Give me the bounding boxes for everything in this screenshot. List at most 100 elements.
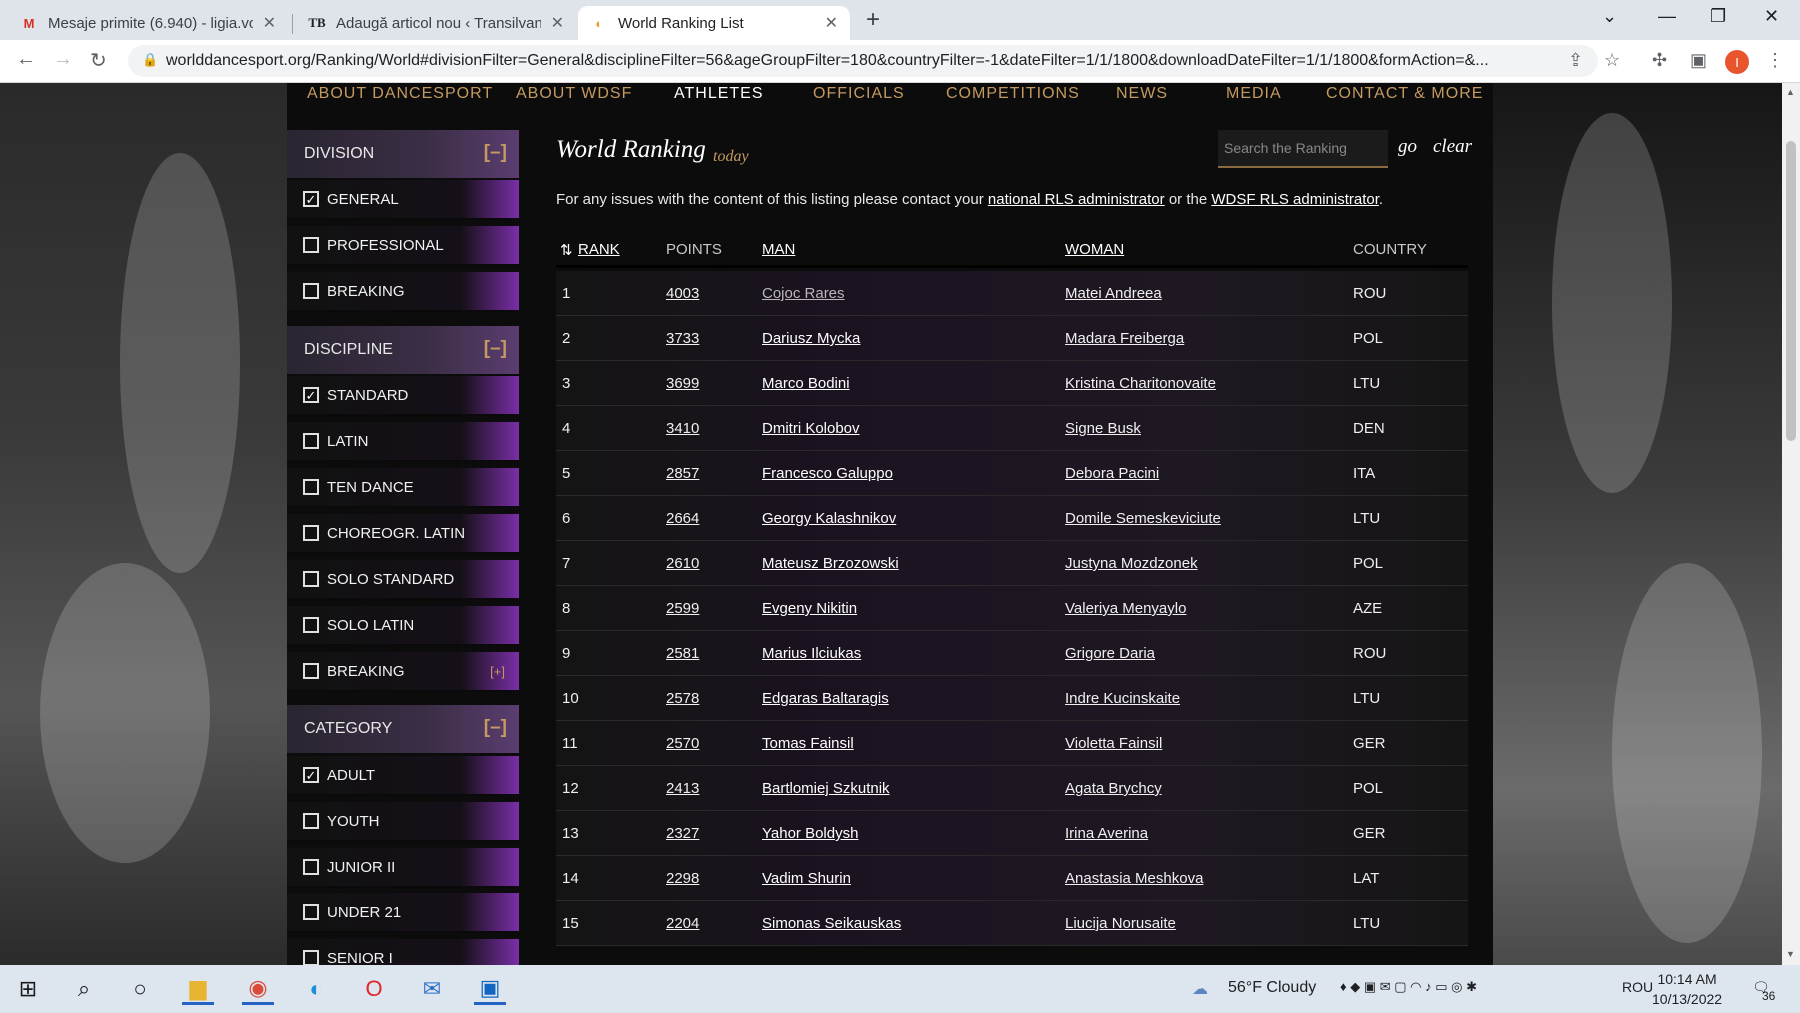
close-icon[interactable]: ✕ — [825, 13, 838, 33]
cell-man[interactable]: Marco Bodini — [762, 375, 850, 392]
close-icon[interactable]: ✕ — [263, 13, 276, 33]
chrome-icon[interactable]: ◉ — [242, 973, 274, 1005]
filter-option-junior-ii[interactable]: JUNIOR II — [287, 848, 519, 888]
checkbox[interactable] — [303, 950, 319, 965]
cell-woman[interactable]: Madara Freiberga — [1065, 330, 1184, 347]
tab-world-ranking[interactable]: ◐ World Ranking List ✕ — [578, 6, 850, 40]
column-rank[interactable]: RANK — [578, 241, 620, 258]
discipline-header[interactable]: DISCIPLINE [–] — [287, 326, 519, 374]
side-panel-icon[interactable]: ▣ — [1690, 50, 1707, 71]
edge-icon[interactable]: ◐ — [300, 973, 332, 1005]
checkbox[interactable] — [303, 433, 319, 449]
cell-man[interactable]: Edgaras Baltaragis — [762, 690, 889, 707]
cell-man[interactable]: Vadim Shurin — [762, 870, 851, 887]
national-rls-admin-link[interactable]: national RLS administrator — [988, 191, 1165, 208]
system-clock[interactable]: 10:14 AM 10/13/2022 — [1652, 969, 1722, 1009]
cell-woman[interactable]: Indre Kucinskaite — [1065, 690, 1180, 707]
filter-option-breaking-discipline[interactable]: BREAKING [+] — [287, 652, 519, 692]
cell-woman[interactable]: Domile Semeskeviciute — [1065, 510, 1221, 527]
scroll-down-icon[interactable]: ▼ — [1786, 949, 1795, 959]
cell-points[interactable]: 3733 — [666, 330, 699, 347]
cell-points[interactable]: 2857 — [666, 465, 699, 482]
clear-button[interactable]: clear — [1433, 136, 1472, 158]
wdsf-rls-admin-link[interactable]: WDSF RLS administrator — [1211, 191, 1379, 208]
cell-woman[interactable]: Debora Pacini — [1065, 465, 1159, 482]
checkbox[interactable] — [303, 237, 319, 253]
cell-man[interactable]: Cojoc Rares — [762, 285, 845, 302]
close-icon[interactable]: ✕ — [551, 13, 564, 33]
category-header[interactable]: CATEGORY [–] — [287, 705, 519, 753]
search-icon[interactable]: ⌕ — [68, 973, 100, 1005]
cell-points[interactable]: 2581 — [666, 645, 699, 662]
tab-search-icon[interactable]: ⌄ — [1602, 6, 1617, 27]
filter-option-professional[interactable]: PROFESSIONAL — [287, 226, 519, 266]
checkbox[interactable] — [303, 617, 319, 633]
address-bar[interactable]: 🔒 worlddancesport.org/Ranking/World#divi… — [128, 45, 1598, 77]
checkbox[interactable] — [303, 571, 319, 587]
nav-competitions[interactable]: COMPETITIONS — [946, 85, 1080, 103]
cell-man[interactable]: Simonas Seikauskas — [762, 915, 901, 932]
close-window-button[interactable]: ✕ — [1764, 6, 1779, 27]
new-tab-button[interactable]: + — [866, 6, 880, 34]
cell-points[interactable]: 3699 — [666, 375, 699, 392]
filter-option-choreogr-latin[interactable]: CHOREOGR. LATIN — [287, 514, 519, 554]
cell-points[interactable]: 2664 — [666, 510, 699, 527]
checkbox-checked[interactable]: ✓ — [303, 767, 319, 783]
go-button[interactable]: go — [1398, 136, 1417, 158]
filter-option-ten-dance[interactable]: TEN DANCE — [287, 468, 519, 508]
cell-woman[interactable]: Signe Busk — [1065, 420, 1141, 437]
cell-man[interactable]: Mateusz Brzozowski — [762, 555, 899, 572]
cell-man[interactable]: Tomas Fainsil — [762, 735, 854, 752]
extensions-icon[interactable]: ✣ — [1652, 50, 1667, 71]
collapse-toggle[interactable]: [–] — [484, 142, 507, 164]
cell-man[interactable]: Marius Ilciukas — [762, 645, 861, 662]
cell-man[interactable]: Dariusz Mycka — [762, 330, 860, 347]
scroll-thumb[interactable] — [1786, 141, 1796, 441]
nav-about-dancesport[interactable]: ABOUT DANCESPORT — [307, 85, 493, 103]
reload-icon[interactable]: ↻ — [90, 48, 107, 73]
sort-icon[interactable]: ⇅ — [560, 241, 573, 259]
checkbox[interactable] — [303, 904, 319, 920]
filter-option-general[interactable]: ✓ GENERAL — [287, 180, 519, 220]
tray-icons[interactable]: ♦ ◆ ▣ ✉ ▢ ◠ ♪ ▭ ◎ ✱ — [1340, 979, 1477, 995]
cell-woman[interactable]: Irina Averina — [1065, 825, 1148, 842]
filter-option-solo-latin[interactable]: SOLO LATIN — [287, 606, 519, 646]
cell-points[interactable]: 2327 — [666, 825, 699, 842]
cell-woman[interactable]: Justyna Mozdzonek — [1065, 555, 1198, 572]
bookmark-star-icon[interactable]: ☆ — [1604, 50, 1620, 71]
cell-points[interactable]: 4003 — [666, 285, 699, 302]
cell-points[interactable]: 2578 — [666, 690, 699, 707]
filter-option-latin[interactable]: LATIN — [287, 422, 519, 462]
back-icon[interactable]: ← — [16, 48, 36, 71]
filter-option-standard[interactable]: ✓ STANDARD — [287, 376, 519, 416]
filter-option-solo-standard[interactable]: SOLO STANDARD — [287, 560, 519, 600]
filter-option-senior-i[interactable]: SENIOR I — [287, 939, 519, 965]
cell-points[interactable]: 2610 — [666, 555, 699, 572]
opera-icon[interactable]: O — [358, 973, 390, 1005]
cell-man[interactable]: Yahor Boldysh — [762, 825, 858, 842]
checkbox[interactable] — [303, 663, 319, 679]
cell-points[interactable]: 3410 — [666, 420, 699, 437]
filter-option-breaking[interactable]: BREAKING — [287, 272, 519, 312]
cortana-icon[interactable]: ○ — [124, 973, 156, 1005]
filter-option-under-21[interactable]: UNDER 21 — [287, 893, 519, 933]
expand-toggle[interactable]: [+] — [490, 664, 505, 679]
language-indicator[interactable]: ROU — [1622, 979, 1653, 995]
collapse-toggle[interactable]: [–] — [484, 717, 507, 739]
weather-icon[interactable]: ☁ — [1192, 979, 1208, 999]
nav-athletes[interactable]: ATHLETES — [674, 85, 764, 103]
cell-woman[interactable]: Kristina Charitonovaite — [1065, 375, 1216, 392]
menu-icon[interactable]: ⋮ — [1766, 50, 1784, 71]
cell-points[interactable]: 2413 — [666, 780, 699, 797]
nav-contact-more[interactable]: CONTACT & MORE — [1326, 85, 1483, 103]
cell-points[interactable]: 2204 — [666, 915, 699, 932]
start-button[interactable]: ⊞ — [12, 973, 44, 1005]
share-icon[interactable]: ⇪ — [1568, 50, 1583, 71]
cell-man[interactable]: Bartlomiej Szkutnik — [762, 780, 890, 797]
checkbox[interactable] — [303, 859, 319, 875]
nav-news[interactable]: NEWS — [1116, 85, 1168, 103]
checkbox-checked[interactable]: ✓ — [303, 387, 319, 403]
scroll-up-icon[interactable]: ▲ — [1786, 87, 1795, 97]
nav-media[interactable]: MEDIA — [1226, 85, 1282, 103]
cell-woman[interactable]: Anastasia Meshkova — [1065, 870, 1203, 887]
